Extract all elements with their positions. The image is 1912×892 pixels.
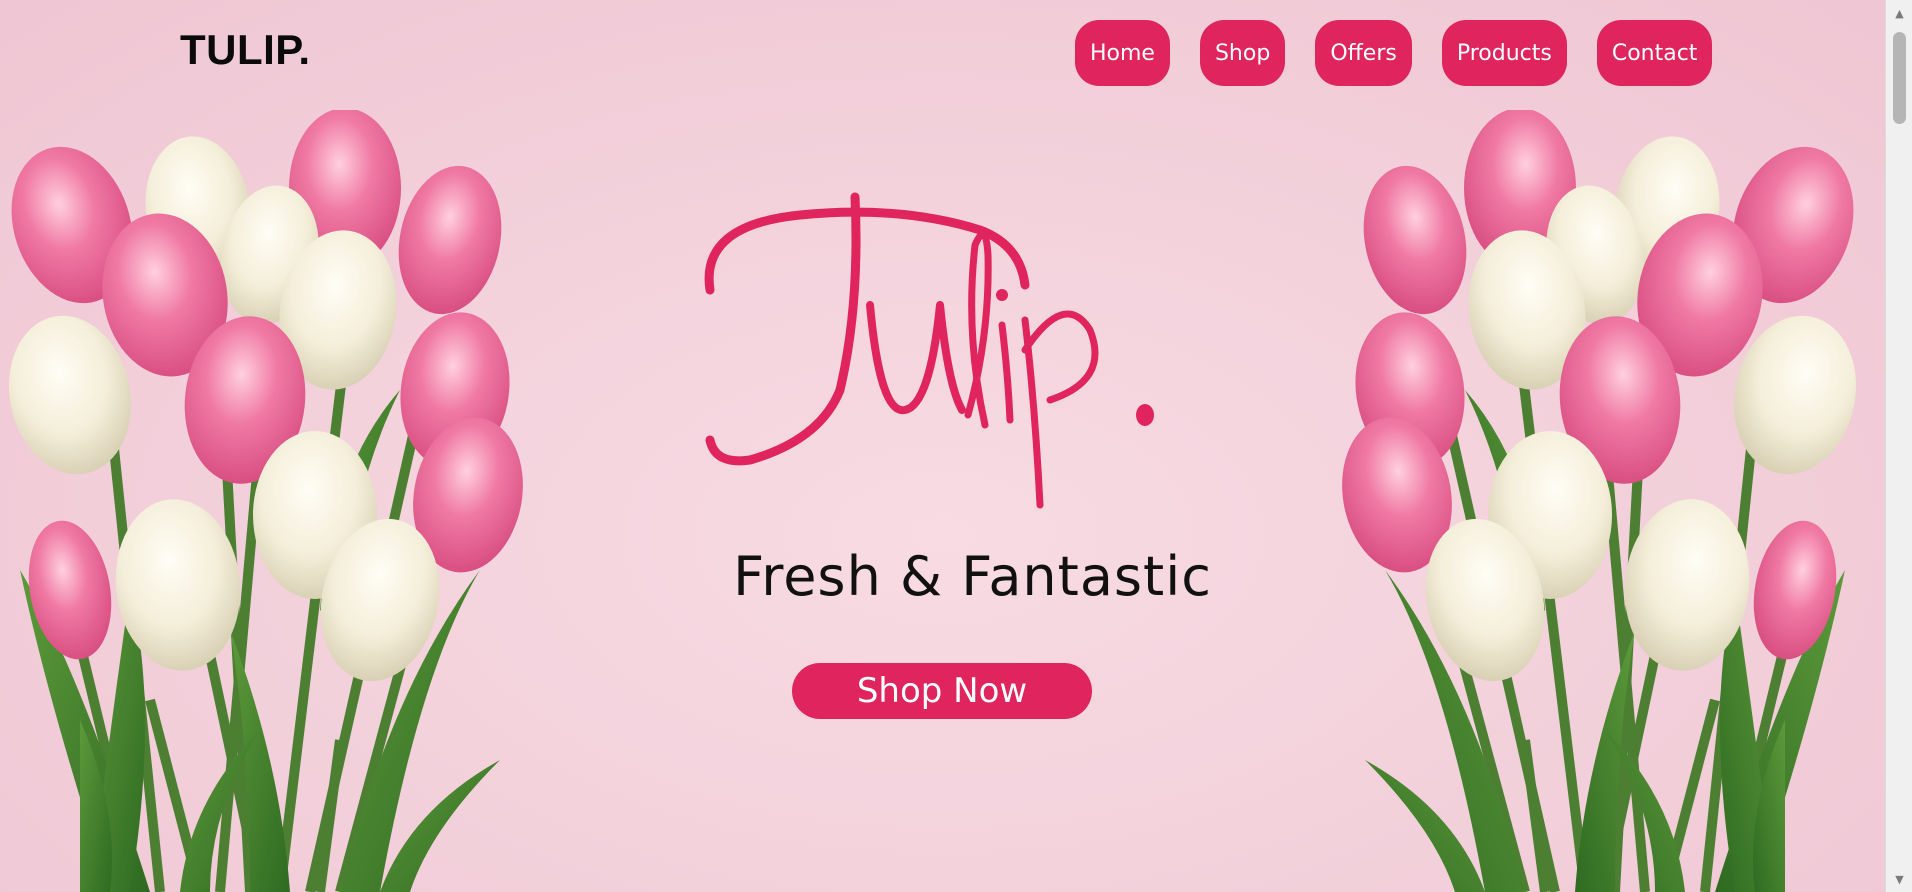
- chevron-down-icon[interactable]: ▼: [1886, 868, 1912, 890]
- nav-item-contact[interactable]: Contact: [1596, 20, 1713, 86]
- brand-logo[interactable]: TULIP.: [180, 26, 311, 74]
- nav-item-shop[interactable]: Shop: [1199, 20, 1286, 86]
- main-nav: Home Shop Offers Products Contact: [1075, 20, 1713, 86]
- hero-tagline: Fresh & Fantastic: [733, 545, 1212, 608]
- vertical-scrollbar[interactable]: ▲ ▼: [1885, 0, 1912, 892]
- tulip-bouquet-left-image: [8, 110, 523, 892]
- tulip-bouquet-right-image: [1342, 110, 1857, 892]
- nav-item-products[interactable]: Products: [1441, 20, 1567, 86]
- chevron-up-icon[interactable]: ▲: [1886, 2, 1912, 24]
- nav-item-offers[interactable]: Offers: [1315, 20, 1412, 86]
- scrollbar-thumb[interactable]: [1893, 32, 1906, 124]
- site-header: TULIP. Home Shop Offers Products Contact: [0, 0, 1885, 108]
- shop-now-button[interactable]: Shop Now: [792, 663, 1092, 719]
- nav-item-home[interactable]: Home: [1075, 20, 1170, 86]
- hero-script-title-logo: [704, 192, 1154, 509]
- page-viewport: TULIP. Home Shop Offers Products Contact: [0, 0, 1885, 892]
